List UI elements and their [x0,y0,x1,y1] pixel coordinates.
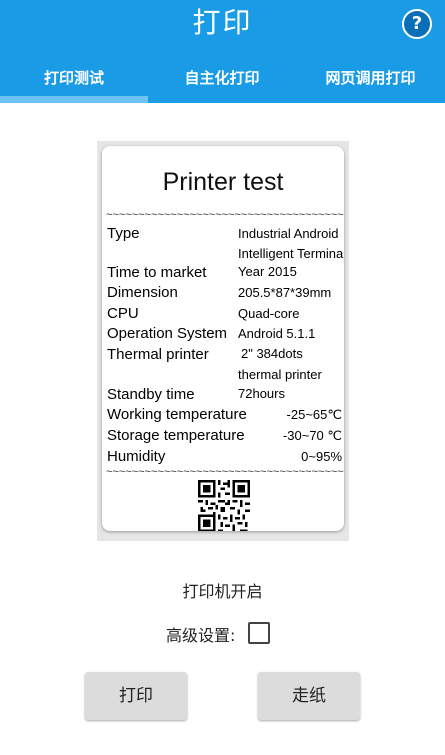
advanced-settings-checkbox[interactable] [248,622,270,644]
receipt-divider-top: ~~~~~~~~~~~~~~~~~~~~~~~~~~~~~~~~~~~~~~~~ [106,209,344,221]
row-label-thermal-printer: Thermal printer [107,346,209,363]
page-title: 打印 [192,6,253,39]
row-label-working-temperature: Working temperature [107,406,247,423]
tab-bar: 打印测试 自主化打印 网页调用打印 [0,48,445,103]
tab-print-test[interactable]: 打印测试 [0,48,148,103]
row-label-humidity: Humidity [107,448,166,465]
title-bar: 打印 ? [0,0,445,48]
row-label-cpu: CPU [107,305,139,322]
row-value-humidity: 0~95% [301,449,342,464]
row-label-operation-system: Operation System [107,325,228,342]
row-value-standby-time: 72hours [238,386,285,401]
receipt-divider-bottom: ~~~~~~~~~~~~~~~~~~~~~~~~~~~~~~~~~~~~~~~~ [106,466,344,478]
advanced-settings-label: 高级设置: [166,626,236,645]
receipt-paper: Printer test ~~~~~~~~~~~~~~~~~~~~~~~~~~~… [102,146,344,531]
help-icon[interactable]: ? [402,9,432,39]
app-root: 打印 ? 打印测试 自主化打印 网页调用打印 Printer test ~~~~… [0,0,445,755]
row-label-standby-time: Standby time [107,386,195,403]
row-value-thermal-printer-2: thermal printer [238,367,322,382]
qr-code-icon [198,480,250,531]
row-value-type-2: Intelligent Terminal [238,246,344,261]
row-label-time-to-market: Time to market [107,264,207,281]
row-value-thermal-printer: 2" 384dots [241,346,303,361]
tab-custom-print[interactable]: 自主化打印 [148,48,296,103]
row-value-operation-system: Android 5.1.1 [238,326,316,341]
tab-web-print[interactable]: 网页调用打印 [296,48,445,103]
receipt-title: Printer test [162,168,284,196]
row-label-dimension: Dimension [107,284,178,301]
printer-status-text: 打印机开启 [182,582,263,601]
print-button[interactable]: 打印 [85,672,187,720]
receipt-preview: Printer test ~~~~~~~~~~~~~~~~~~~~~~~~~~~… [97,141,349,541]
row-value-storage-temperature: -30~70 ℃ [282,428,342,443]
row-value-type: Industrial Android [238,226,339,241]
row-label-type: Type [107,225,140,242]
row-value-time-to-market: Year 2015 [238,264,297,279]
row-value-cpu: Quad-core [238,306,300,321]
row-value-dimension: 205.5*87*39mm [238,285,332,300]
feed-paper-button[interactable]: 走纸 [258,672,360,720]
tab-selected-indicator [0,96,148,103]
row-value-working-temperature: -25~65℃ [286,407,342,422]
row-label-storage-temperature: Storage temperature [107,427,245,444]
